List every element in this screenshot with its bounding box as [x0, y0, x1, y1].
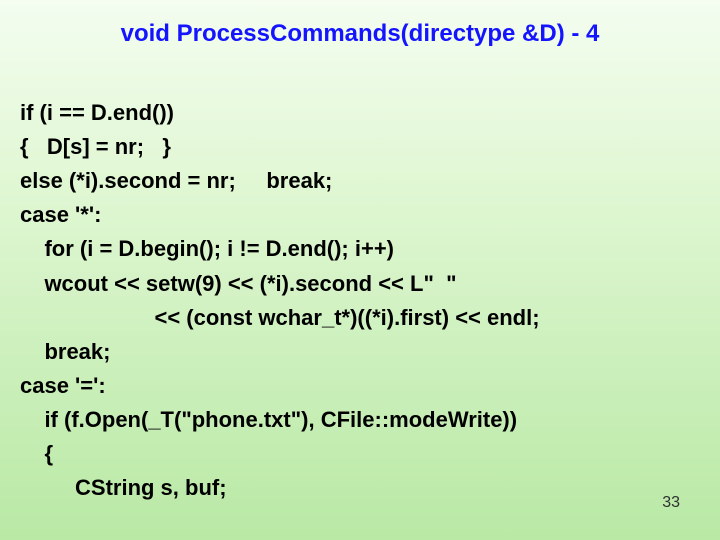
code-line: case '*': [20, 202, 101, 227]
code-line: break; [20, 339, 110, 364]
code-line: { D[s] = nr; } [20, 134, 171, 159]
code-block: if (i == D.end()) { D[s] = nr; } else (*… [20, 62, 700, 505]
code-line: wcout << setw(9) << (*i).second << L" " [20, 271, 457, 296]
slide-title: void ProcessCommands(directype &D) - 4 [20, 20, 700, 48]
code-line: if (f.Open(_T("phone.txt"), CFile::modeW… [20, 407, 517, 432]
page-number: 33 [662, 494, 680, 512]
code-line: if (i == D.end()) [20, 100, 174, 125]
code-line: { [20, 441, 53, 466]
slide: void ProcessCommands(directype &D) - 4 i… [0, 0, 720, 540]
code-line: for (i = D.begin(); i != D.end(); i++) [20, 236, 394, 261]
code-line: case '=': [20, 373, 106, 398]
code-line: << (const wchar_t*)((*i).first) << endl; [20, 305, 540, 330]
code-line: CString s, buf; [20, 475, 227, 500]
code-line: else (*i).second = nr; break; [20, 168, 332, 193]
